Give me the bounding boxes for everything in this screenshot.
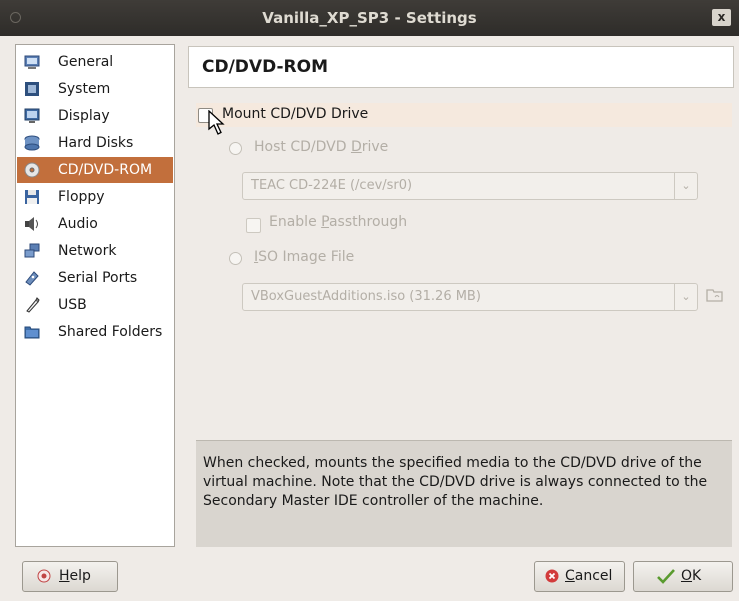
cancel-button-label: Cancel bbox=[565, 568, 613, 584]
help-button[interactable]: Help bbox=[22, 561, 118, 592]
sidebar-item-label: USB bbox=[58, 297, 87, 313]
system-icon bbox=[25, 82, 39, 96]
iso-image-select[interactable]: VBoxGuestAdditions.iso (31.26 MB) ⌄ bbox=[242, 283, 698, 311]
sidebar-item-label: General bbox=[58, 54, 114, 70]
iso-image-select-value: VBoxGuestAdditions.iso (31.26 MB) bbox=[251, 289, 481, 304]
sidebar-item-serial-ports[interactable]: Serial Ports bbox=[17, 265, 173, 291]
description-panel: When checked, mounts the specified media… bbox=[196, 440, 732, 547]
iso-image-radio[interactable] bbox=[229, 252, 242, 265]
sidebar-item-label: Audio bbox=[58, 216, 98, 232]
display-icon bbox=[24, 108, 40, 123]
serial-ports-icon bbox=[25, 271, 39, 286]
hard-disks-icon bbox=[24, 135, 40, 151]
general-icon bbox=[24, 55, 40, 69]
sidebar-item-shared-folders[interactable]: Shared Folders bbox=[17, 319, 173, 345]
sidebar-item-hard-disks[interactable]: Hard Disks bbox=[17, 130, 173, 156]
mount-cd-dvd-label: Mount CD/DVD Drive bbox=[222, 106, 369, 122]
title-bar[interactable]: Vanilla_XP_SP3 - Settings x bbox=[0, 0, 739, 36]
sidebar-item-label: System bbox=[58, 81, 111, 97]
audio-icon bbox=[25, 217, 38, 231]
enable-passthrough-label: Enable Passthrough bbox=[269, 214, 408, 230]
chevron-down-icon[interactable]: ⌄ bbox=[674, 284, 697, 310]
sidebar-item-label: Floppy bbox=[58, 189, 105, 205]
close-button[interactable]: x bbox=[712, 9, 731, 26]
sidebar-item-label: Network bbox=[58, 243, 117, 259]
ok-button-label: OK bbox=[681, 568, 702, 584]
cd-dvd-icon bbox=[24, 162, 40, 178]
floppy-icon bbox=[25, 190, 39, 204]
sidebar-item-label: Hard Disks bbox=[58, 135, 134, 151]
sidebar-item-cd-dvd-rom[interactable]: CD/DVD-ROM bbox=[17, 157, 173, 183]
sidebar-item-audio[interactable]: Audio bbox=[17, 211, 173, 237]
chevron-down-icon[interactable]: ⌄ bbox=[674, 173, 697, 199]
sidebar-item-system[interactable]: System bbox=[17, 76, 173, 102]
sidebar-item-label: Shared Folders bbox=[58, 324, 163, 340]
window-title: Vanilla_XP_SP3 - Settings bbox=[262, 9, 477, 27]
sidebar-item-label: Display bbox=[58, 108, 110, 124]
host-drive-label: Host CD/DVD Drive bbox=[254, 139, 389, 155]
description-text: When checked, mounts the specified media… bbox=[203, 455, 708, 509]
settings-window: Vanilla_XP_SP3 - Settings x General Syst… bbox=[0, 0, 739, 601]
host-drive-select[interactable]: TEAC CD-224E (/cev/sr0) ⌄ bbox=[242, 172, 698, 200]
help-button-label: Help bbox=[59, 568, 91, 584]
sidebar-item-label: Serial Ports bbox=[58, 270, 138, 286]
help-icon bbox=[37, 569, 51, 583]
sidebar-item-general[interactable]: General bbox=[17, 49, 173, 75]
sidebar-item-network[interactable]: Network bbox=[17, 238, 173, 264]
cancel-button[interactable]: Cancel bbox=[534, 561, 625, 592]
usb-icon bbox=[26, 297, 40, 313]
checkmark-icon bbox=[657, 569, 675, 584]
page-title: CD/DVD-ROM bbox=[202, 57, 329, 77]
sidebar-item-floppy[interactable]: Floppy bbox=[17, 184, 173, 210]
host-drive-select-value: TEAC CD-224E (/cev/sr0) bbox=[251, 178, 413, 193]
shared-folders-icon bbox=[24, 326, 40, 339]
ok-button[interactable]: OK bbox=[633, 561, 733, 592]
mouse-cursor-icon bbox=[208, 110, 225, 135]
host-drive-radio[interactable] bbox=[229, 142, 242, 155]
sidebar-item-label: CD/DVD-ROM bbox=[58, 162, 153, 178]
network-icon bbox=[24, 243, 40, 258]
iso-image-label: ISO Image File bbox=[254, 249, 355, 265]
sidebar-item-usb[interactable]: USB bbox=[17, 292, 173, 318]
settings-category-list[interactable]: General System Display Hard Disks CD/DVD… bbox=[15, 44, 175, 547]
enable-passthrough-checkbox[interactable] bbox=[246, 218, 261, 233]
open-folder-icon[interactable] bbox=[706, 286, 724, 304]
sidebar-item-display[interactable]: Display bbox=[17, 103, 173, 129]
cancel-icon bbox=[545, 569, 559, 583]
page-header: CD/DVD-ROM bbox=[188, 46, 734, 88]
mount-cd-dvd-checkbox-row[interactable]: Mount CD/DVD Drive bbox=[196, 103, 732, 127]
